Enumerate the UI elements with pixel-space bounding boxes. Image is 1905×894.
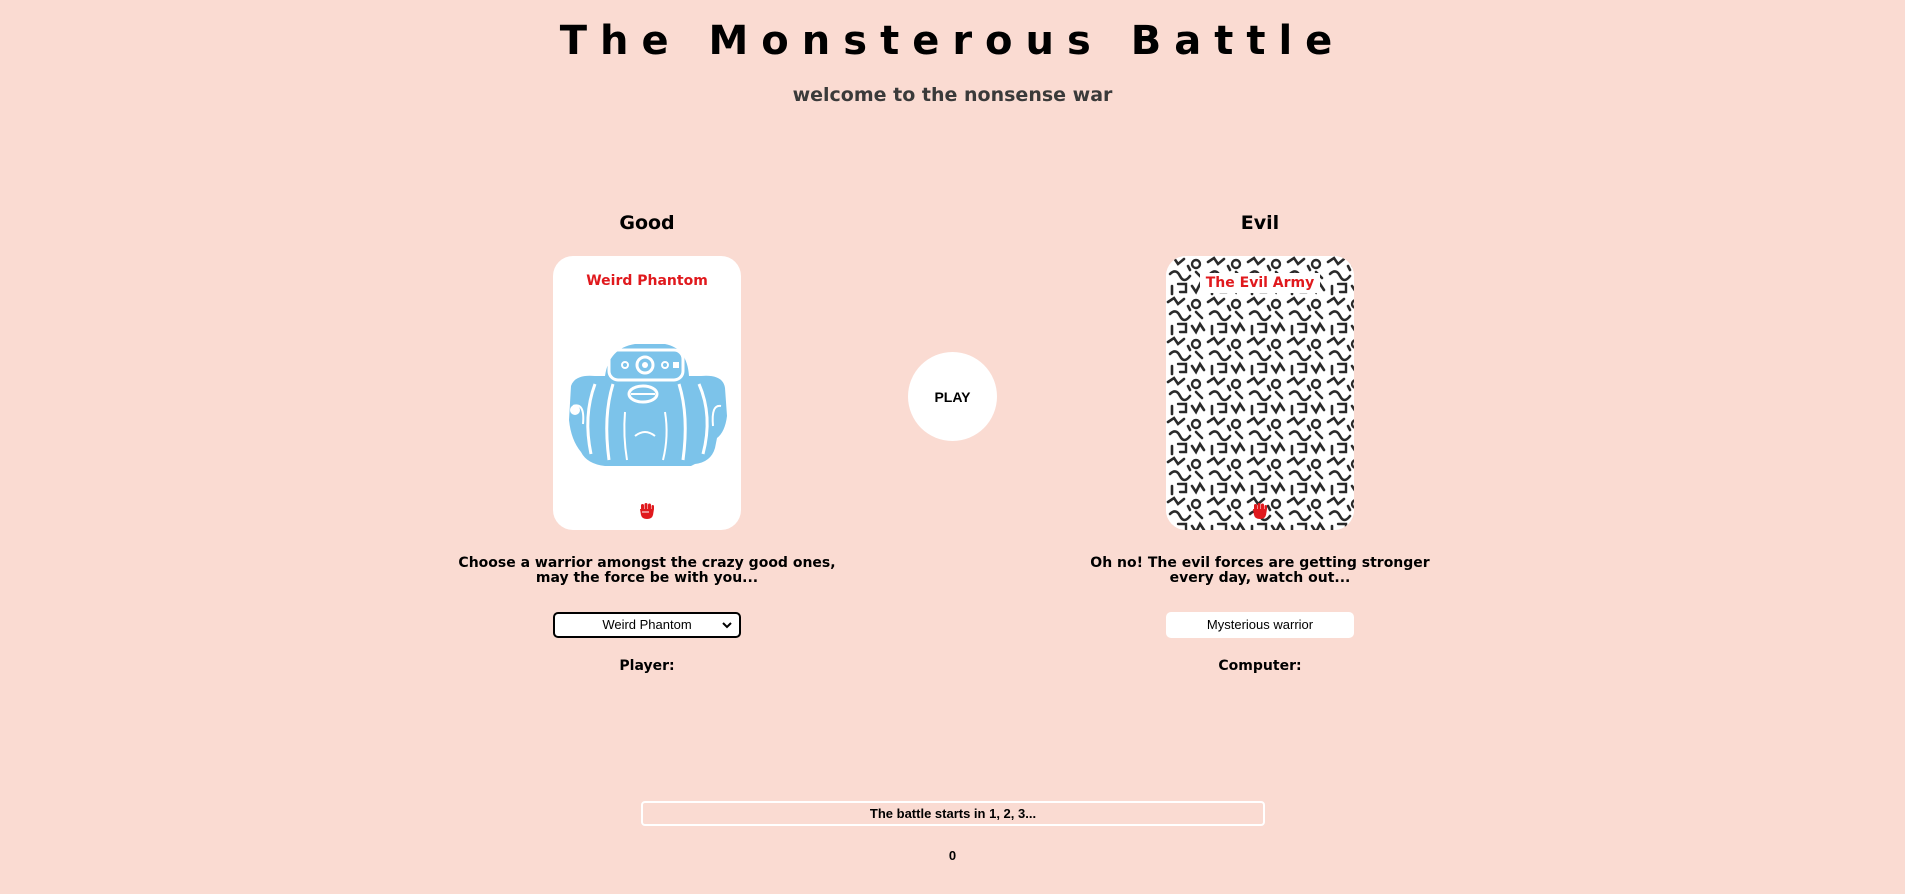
battle-status: The battle starts in 1, 2, 3... [641,801,1265,826]
evil-heading: Evil [1240,212,1280,234]
evil-card: The Evil Army [1166,256,1354,530]
card-back-pattern [1166,256,1354,530]
warrior-select-value: Weird Phantom [602,617,692,632]
warrior-select[interactable]: Weird Phantom [553,612,741,638]
good-card: Weird Phantom [553,256,741,530]
raised-fist-icon [640,503,654,519]
page: The Monsterous Battle welcome to the non… [0,0,1905,894]
score-value: 0 [948,848,957,863]
good-card-name: Weird Phantom [586,273,708,289]
page-subtitle: welcome to the nonsense war [792,84,1113,106]
good-side: Good Weird Phantom Choose a warrior amon… [447,212,847,674]
computer-warrior-field: Mysterious warrior [1166,612,1354,638]
computer-warrior-value: Mysterious warrior [1206,617,1314,632]
play-button[interactable]: PLAY [908,352,997,441]
computer-label: Computer: [1218,658,1302,674]
good-heading: Good [619,212,675,234]
evil-card-name: The Evil Army [1200,273,1320,293]
good-description: Choose a warrior amongst the crazy good … [458,555,836,586]
weird-phantom-image [569,344,727,466]
chevron-down-icon [722,622,732,629]
evil-side: Evil The Evil Army Oh no! The evil force… [1060,212,1460,674]
player-label: Player: [619,658,675,674]
raised-fist-icon [1253,503,1267,519]
evil-description: Oh no! The evil forces are getting stron… [1090,555,1430,586]
page-title: The Monsterous Battle [559,18,1346,64]
